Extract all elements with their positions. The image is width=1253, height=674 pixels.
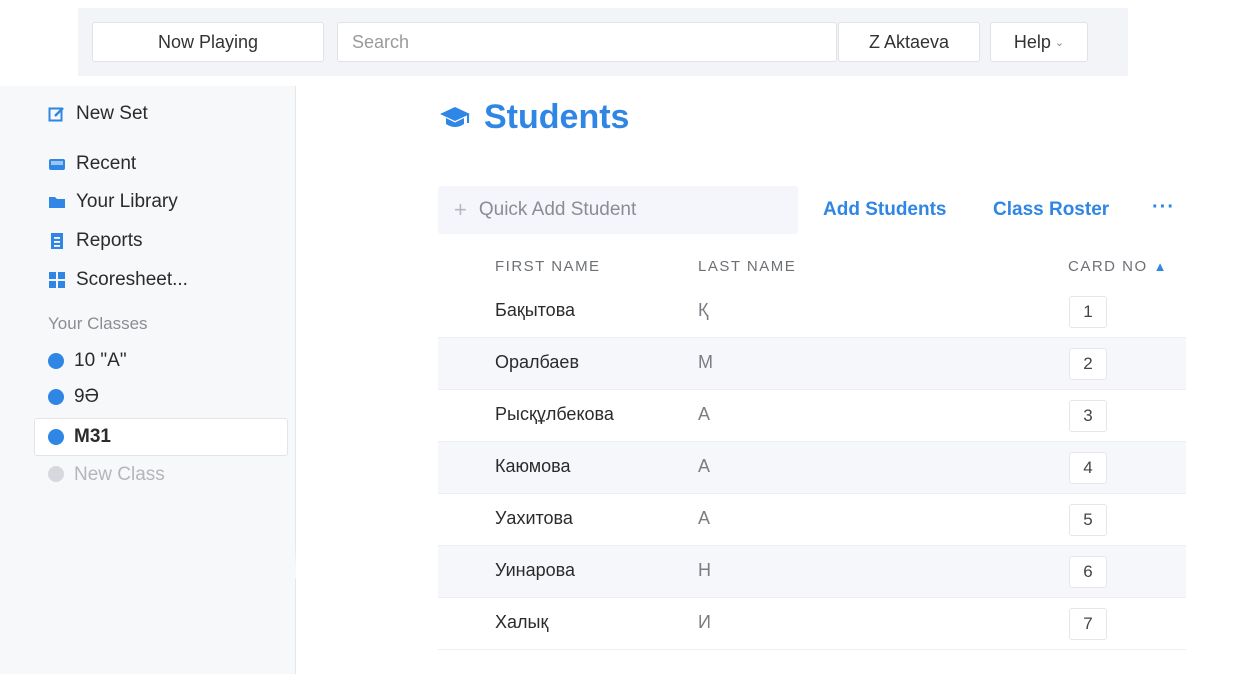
last-name-cell: А <box>698 508 711 528</box>
plus-icon: + <box>454 197 467 222</box>
table-row[interactable]: Уахитова А 5 <box>438 494 1186 546</box>
last-name-cell: Қ <box>698 300 709 320</box>
first-name-cell: Рысқұлбекова <box>495 404 614 424</box>
add-class-icon <box>48 466 64 482</box>
page-title: Students <box>438 98 629 137</box>
card-number-cell[interactable]: 7 <box>1069 608 1107 640</box>
last-name-cell: А <box>698 456 711 476</box>
sidebar-item-scoresheet[interactable]: Scoresheet... <box>48 265 188 295</box>
column-header-card-no[interactable]: CARD NO ▲ <box>1068 258 1168 275</box>
page-title-text: Students <box>484 98 630 136</box>
grid-icon <box>48 271 66 289</box>
your-classes-heading: Your Classes <box>48 314 148 333</box>
last-name-cell: М <box>698 352 713 372</box>
edit-icon <box>48 105 66 123</box>
class-dot-icon <box>48 389 64 405</box>
first-name-cell: Уахитова <box>495 508 573 528</box>
class-item-10a[interactable]: 10 "A" <box>48 346 127 376</box>
quick-add-student-input[interactable]: + Quick Add Student <box>438 186 798 234</box>
sidebar-item-label: Reports <box>76 230 143 251</box>
sidebar-item-label: Recent <box>76 153 137 174</box>
first-name-cell: Оралбаев <box>495 352 580 372</box>
first-name-cell: Халық <box>495 612 549 632</box>
table-row[interactable]: Халық И 7 <box>438 598 1186 650</box>
class-label: 9Ә <box>74 386 99 407</box>
class-label: 10 "A" <box>74 350 127 371</box>
table-row[interactable]: Бақытова Қ 1 <box>438 286 1186 338</box>
class-item-m31[interactable]: M31 <box>48 422 111 452</box>
sidebar-item-label: Scoresheet... <box>76 269 188 290</box>
table-row[interactable]: Каюмова А 4 <box>438 442 1186 494</box>
card-number-cell[interactable]: 6 <box>1069 556 1107 588</box>
card-number-cell[interactable]: 3 <box>1069 400 1107 432</box>
table-row[interactable]: Рысқұлбекова А 3 <box>438 390 1186 442</box>
help-label: Help <box>1013 31 1051 52</box>
card-no-label: CARD NO <box>1068 258 1148 275</box>
class-dot-icon <box>48 429 64 445</box>
first-name-cell: Уинарова <box>495 560 576 580</box>
sidebar-item-label: Your Library <box>76 191 178 212</box>
sidebar-item-recent[interactable]: Recent <box>48 149 136 179</box>
sidebar-item-reports[interactable]: Reports <box>48 226 143 256</box>
first-name-cell: Бақытова <box>495 300 576 320</box>
user-menu-button[interactable]: Z Aktaeva <box>838 22 980 62</box>
chevron-down-icon: ⌄ <box>1054 36 1065 49</box>
sidebar <box>0 86 296 674</box>
table-row[interactable]: Оралбаев М 2 <box>438 338 1186 390</box>
help-button[interactable]: Help ⌄ <box>990 22 1088 62</box>
class-item-9a[interactable]: 9Ә <box>48 382 99 412</box>
sidebar-fade <box>0 548 296 578</box>
recent-icon <box>48 155 66 173</box>
class-roster-link[interactable]: Class Roster <box>993 199 1109 221</box>
last-name-cell: И <box>698 612 711 632</box>
quick-add-placeholder: Quick Add Student <box>478 199 637 220</box>
now-playing-button[interactable]: Now Playing <box>92 22 324 62</box>
graduation-cap-icon <box>438 103 472 133</box>
last-name-cell: Н <box>698 560 711 580</box>
report-icon <box>48 232 66 250</box>
column-header-first-name[interactable]: FIRST NAME <box>495 258 601 275</box>
column-header-last-name[interactable]: LAST NAME <box>698 258 796 275</box>
folder-icon <box>48 193 66 211</box>
sidebar-item-your-library[interactable]: Your Library <box>48 187 178 217</box>
add-students-link[interactable]: Add Students <box>823 199 947 221</box>
new-class-button[interactable]: New Class <box>48 460 165 482</box>
sidebar-item-new-set[interactable]: New Set <box>48 99 148 129</box>
card-number-cell[interactable]: 2 <box>1069 348 1107 380</box>
card-number-cell[interactable]: 1 <box>1069 296 1107 328</box>
class-dot-icon <box>48 353 64 369</box>
card-number-cell[interactable]: 4 <box>1069 452 1107 484</box>
first-name-cell: Каюмова <box>495 456 571 476</box>
sort-ascending-icon: ▲ <box>1153 259 1169 274</box>
class-label: M31 <box>74 426 111 447</box>
sidebar-item-label: New Set <box>76 103 148 124</box>
new-class-label: New Class <box>74 464 165 482</box>
search-input[interactable] <box>337 22 837 62</box>
last-name-cell: А <box>698 404 711 424</box>
table-row[interactable]: Уинарова Н 6 <box>438 546 1186 598</box>
card-number-cell[interactable]: 5 <box>1069 504 1107 536</box>
more-options-icon[interactable]: ··· <box>1152 196 1175 219</box>
